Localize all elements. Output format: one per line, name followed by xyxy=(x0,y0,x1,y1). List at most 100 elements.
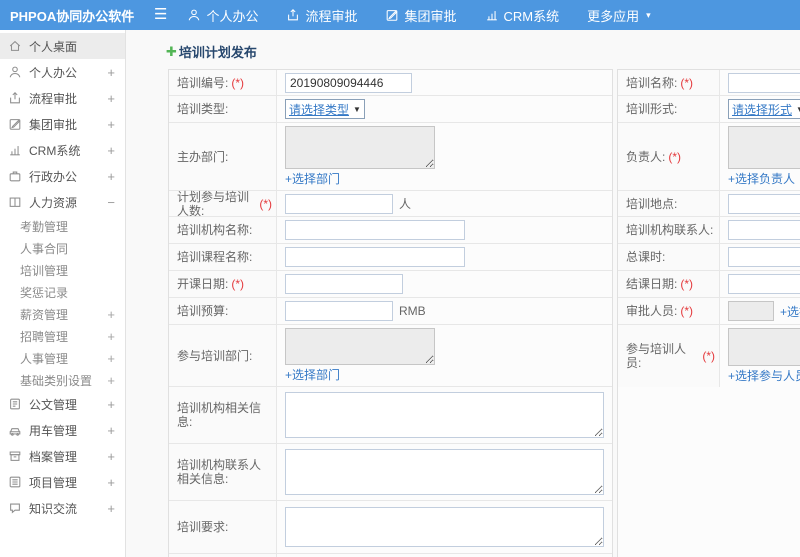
sidebar-subitem-personnel[interactable]: 人事管理 + xyxy=(0,347,125,369)
field-label: 培训机构联系人相关信息: xyxy=(177,458,262,486)
briefcase-icon xyxy=(8,169,22,183)
expand-sign[interactable]: + xyxy=(107,397,115,412)
expand-sign[interactable]: + xyxy=(107,143,115,158)
sidebar-subitem-rewards[interactable]: 奖惩记录 xyxy=(0,281,125,303)
expand-sign[interactable]: + xyxy=(107,169,115,184)
org-contact-info-textarea[interactable] xyxy=(285,449,604,495)
sidebar-item-label: 公文管理 xyxy=(29,397,78,412)
org-contact-input[interactable] xyxy=(728,220,800,240)
sidebar-item-personal-office[interactable]: 个人办公 + xyxy=(0,59,125,85)
edit-icon xyxy=(385,8,399,22)
sidebar-item-vehicles[interactable]: 用车管理 + xyxy=(0,417,125,443)
sidebar-item-documents[interactable]: 公文管理 + xyxy=(0,391,125,417)
expand-sign[interactable]: + xyxy=(107,449,115,464)
total-hours-input[interactable] xyxy=(728,247,800,267)
row-requirements: 培训要求: xyxy=(169,501,612,554)
selected-option: 请选择形式 xyxy=(732,102,793,117)
requirements-textarea[interactable] xyxy=(285,507,604,547)
sidebar-subitem-recruit[interactable]: 招聘管理 + xyxy=(0,325,125,347)
nav-label: 个人办公 xyxy=(206,8,259,24)
approver-input[interactable] xyxy=(728,301,774,321)
training-number-input[interactable] xyxy=(285,72,412,93)
sidebar-subitem-attendance[interactable]: 考勤管理 xyxy=(0,215,125,237)
row-org-info: 培训机构相关信息: xyxy=(169,387,612,444)
expand-sign[interactable]: + xyxy=(107,423,115,438)
sidebar-subitem-training[interactable]: 培训管理 xyxy=(0,259,125,281)
select-participants-link[interactable]: +选择参与人员 xyxy=(728,367,800,384)
sidebar-item-knowledge[interactable]: 知识交流 + xyxy=(0,495,125,521)
sidebar-subitem-label: 招聘管理 xyxy=(20,329,69,344)
end-date-input[interactable] xyxy=(728,274,800,294)
select-department-link[interactable]: +选择部门 xyxy=(285,170,340,187)
nav-more-apps[interactable]: 更多应用 ▾ xyxy=(587,6,651,25)
training-type-select[interactable]: 请选择类型 ▼ xyxy=(285,99,365,119)
field-label: 结课日期: xyxy=(626,277,678,291)
planned-count-input[interactable] xyxy=(285,193,393,214)
sidebar-item-label: 档案管理 xyxy=(29,449,78,464)
training-form-select[interactable]: 请选择形式 ▼ xyxy=(728,99,800,119)
sidebar-subitem-label: 考勤管理 xyxy=(20,219,69,234)
nav-crm-system[interactable]: CRM系统 xyxy=(485,6,559,25)
required-mark: (*) xyxy=(668,149,682,164)
nav-personal-office[interactable]: 个人办公 xyxy=(187,6,258,25)
page-title-text: 培训计划发布 xyxy=(178,45,257,60)
sidebar-item-hr[interactable]: 人力资源 − xyxy=(0,189,125,215)
sidebar-item-admin-office[interactable]: 行政办公 + xyxy=(0,163,125,189)
start-date-input[interactable] xyxy=(285,274,403,294)
training-name-input[interactable] xyxy=(728,72,800,93)
green-plus-icon: ✚ xyxy=(166,43,177,59)
row-end-date: 结课日期: (*) xyxy=(618,271,800,298)
course-name-input[interactable] xyxy=(285,247,465,267)
nav-workflow-approval[interactable]: 流程审批 xyxy=(286,6,357,25)
org-info-textarea[interactable] xyxy=(285,392,604,438)
expand-sign[interactable]: + xyxy=(107,373,115,388)
expand-sign[interactable]: + xyxy=(107,351,115,366)
required-mark: (*) xyxy=(231,277,245,291)
hamburger-menu-icon[interactable]: ☰ xyxy=(154,0,167,30)
sidebar-item-label: 集团审批 xyxy=(29,117,78,132)
sidebar-subitem-base-category[interactable]: 基础类别设置 + xyxy=(0,369,125,391)
sidebar-item-crm[interactable]: CRM系统 + xyxy=(0,137,125,163)
unit-suffix: 人 xyxy=(399,197,412,211)
required-mark: (*) xyxy=(680,304,694,318)
org-name-input[interactable] xyxy=(285,220,465,240)
sidebar-subitem-label: 人事合同 xyxy=(20,241,69,256)
select-approver-link[interactable]: +选择审批人员 xyxy=(780,303,800,320)
user-icon xyxy=(187,8,201,22)
host-department-textarea[interactable] xyxy=(285,126,435,169)
row-location: 培训地点: xyxy=(618,191,800,217)
expand-sign[interactable]: + xyxy=(107,501,115,516)
sidebar-item-projects[interactable]: 项目管理 + xyxy=(0,469,125,495)
sidebar-item-group-approval[interactable]: 集团审批 + xyxy=(0,111,125,137)
required-mark: (*) xyxy=(702,349,715,363)
select-leader-link[interactable]: +选择负责人 xyxy=(728,170,795,187)
sidebar: 个人桌面 个人办公 + 流程审批 + 集团审批 + CRM系统 + 行政办公 +… xyxy=(0,30,126,557)
required-mark: (*) xyxy=(680,277,694,291)
join-people-textarea[interactable] xyxy=(728,328,800,366)
field-label: 培训名称: xyxy=(626,75,678,90)
sidebar-item-label: 项目管理 xyxy=(29,475,78,490)
sidebar-item-personal-desktop[interactable]: 个人桌面 xyxy=(0,33,125,59)
expand-sign[interactable]: + xyxy=(107,65,115,80)
location-input[interactable] xyxy=(728,193,800,214)
leader-textarea[interactable] xyxy=(728,126,800,169)
nav-group-approval[interactable]: 集团审批 xyxy=(385,6,457,25)
expand-sign[interactable]: + xyxy=(107,329,115,344)
budget-input[interactable] xyxy=(285,301,393,321)
field-label: 参与培训部门: xyxy=(177,348,253,363)
required-mark: (*) xyxy=(680,75,694,90)
row-join-department: 参与培训部门: +选择部门 xyxy=(169,325,612,387)
expand-sign[interactable]: + xyxy=(107,475,115,490)
collapse-sign[interactable]: − xyxy=(107,195,115,210)
sidebar-item-archives[interactable]: 档案管理 + xyxy=(0,443,125,469)
sidebar-subitem-salary[interactable]: 薪资管理 + xyxy=(0,303,125,325)
expand-sign[interactable]: + xyxy=(107,117,115,132)
sidebar-item-workflow-approval[interactable]: 流程审批 + xyxy=(0,85,125,111)
expand-sign[interactable]: + xyxy=(107,91,115,106)
join-department-textarea[interactable] xyxy=(285,328,435,365)
field-label: 培训机构联系人: xyxy=(626,223,714,237)
sidebar-subitem-hr-contract[interactable]: 人事合同 xyxy=(0,237,125,259)
expand-sign[interactable]: + xyxy=(107,307,115,322)
select-department-link[interactable]: +选择部门 xyxy=(285,366,340,383)
sidebar-subitem-label: 基础类别设置 xyxy=(20,373,93,388)
